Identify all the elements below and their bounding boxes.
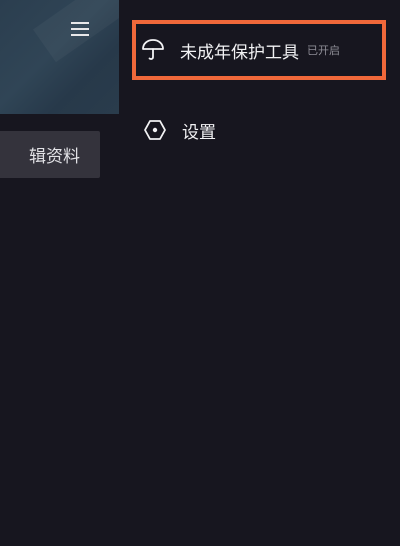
hamburger-menu-icon[interactable] bbox=[64, 14, 96, 44]
hexagon-settings-icon bbox=[142, 117, 168, 143]
umbrella-icon bbox=[140, 37, 166, 63]
menu-item-minor-protection[interactable]: 未成年保护工具 已开启 bbox=[133, 21, 385, 79]
profile-header-banner bbox=[0, 0, 119, 114]
screen: 辑资料 未成年保护工具 已开启 设置 bbox=[0, 0, 400, 546]
edit-profile-label: 辑资料 bbox=[29, 147, 80, 167]
side-drawer-menu: 未成年保护工具 已开启 设置 bbox=[119, 0, 400, 546]
hamburger-menu-svg bbox=[71, 22, 89, 36]
menu-item-settings[interactable]: 设置 bbox=[135, 104, 385, 156]
status-badge: 已开启 bbox=[307, 44, 340, 57]
profile-pane: 辑资料 bbox=[0, 0, 119, 546]
edit-profile-button[interactable]: 辑资料 bbox=[0, 131, 100, 178]
menu-item-minor-protection-label: 未成年保护工具 bbox=[180, 42, 299, 63]
menu-item-settings-label: 设置 bbox=[182, 122, 216, 143]
